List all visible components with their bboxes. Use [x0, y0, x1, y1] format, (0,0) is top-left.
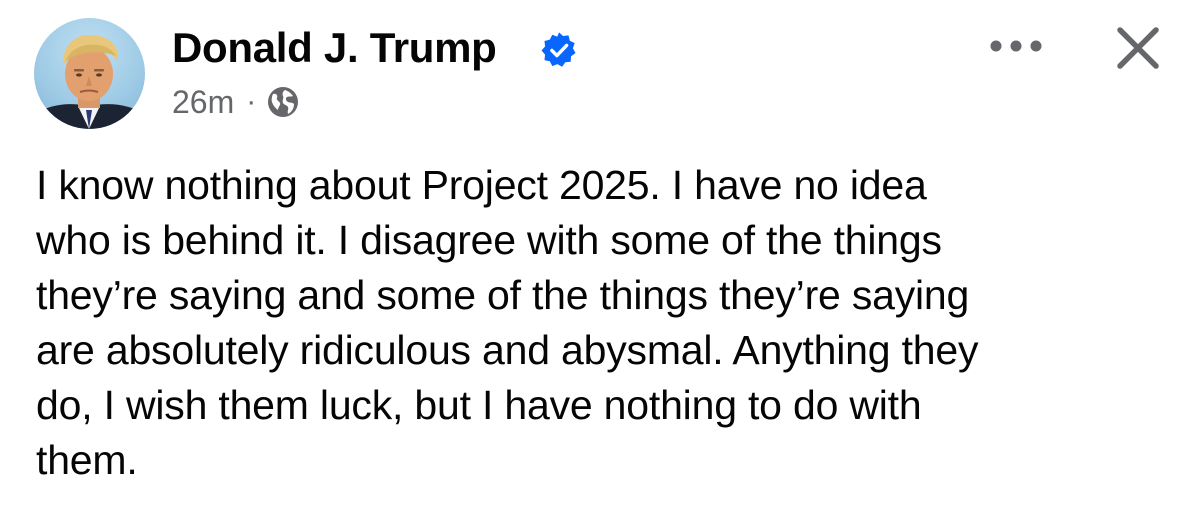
- verified-badge-icon: [541, 32, 576, 67]
- meta-separator: ·: [246, 85, 257, 118]
- close-icon: [1117, 27, 1159, 69]
- more-dots-icon: [990, 40, 1042, 52]
- more-options-button[interactable]: [984, 26, 1048, 66]
- post-body-text: I know nothing about Project 2025. I hav…: [36, 162, 979, 483]
- post-meta: 26m ·: [172, 82, 300, 122]
- avatar-photo: [34, 34, 145, 129]
- post-card: Donald J. Trump 26m · I know nothing abo…: [0, 0, 1200, 511]
- author-avatar[interactable]: [34, 18, 145, 129]
- globe-icon[interactable]: [266, 85, 300, 119]
- close-button[interactable]: [1108, 20, 1168, 76]
- author-name[interactable]: Donald J. Trump: [172, 20, 497, 76]
- post-timestamp[interactable]: 26m: [172, 82, 234, 122]
